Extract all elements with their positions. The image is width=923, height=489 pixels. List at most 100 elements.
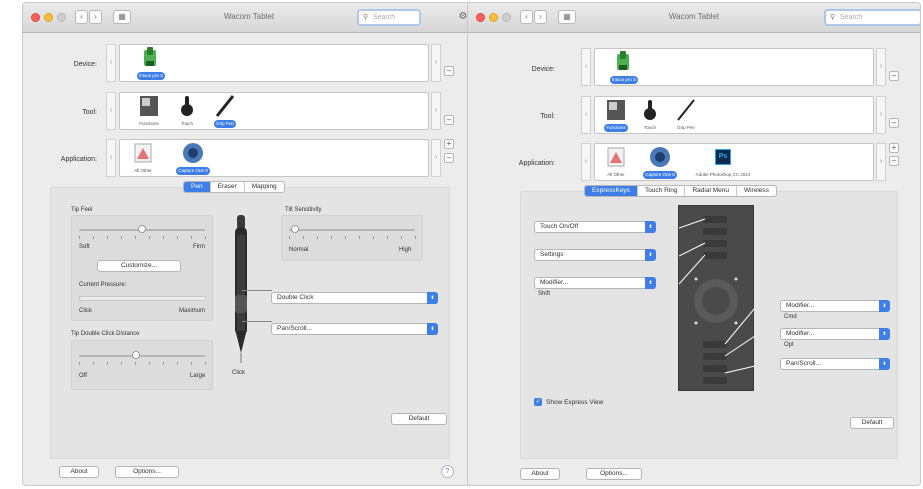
- app-tile-all-other[interactable]: All Other: [599, 146, 633, 179]
- wacom-window-expresskeys: ‹ › ▦ Wacom Tablet ⚲ Search Device: ‹ In…: [467, 2, 921, 486]
- add-application-button[interactable]: +: [444, 139, 454, 149]
- device-tile[interactable]: Intuos pro S: [126, 47, 176, 80]
- tablet-icon: [126, 47, 176, 69]
- all-applications-icon: [126, 142, 160, 164]
- functions-icon: [599, 99, 633, 121]
- default-button[interactable]: Default: [850, 417, 894, 429]
- lower-button-value: Pan/Scroll...: [277, 325, 313, 332]
- search-placeholder: Search: [373, 14, 396, 21]
- expresskey-right-2-popup[interactable]: Modifier... ⬍: [780, 328, 890, 340]
- tip-feel-slider-knob[interactable]: [138, 225, 146, 233]
- application-name: Capture One 8: [643, 171, 677, 179]
- remove-device-button[interactable]: –: [889, 71, 899, 81]
- application-scroll-left[interactable]: ‹: [106, 139, 116, 177]
- double-click-slider-knob[interactable]: [131, 351, 140, 359]
- add-application-button[interactable]: +: [889, 143, 899, 153]
- tilt-slider[interactable]: [289, 229, 415, 231]
- tab-radial-menu[interactable]: Radial Menu: [685, 186, 737, 196]
- remove-tool-button[interactable]: –: [889, 118, 899, 128]
- tip-feel-title: Tip Feel: [71, 207, 93, 213]
- application-scroll-left[interactable]: ‹: [581, 143, 591, 181]
- tab-expresskeys[interactable]: ExpressKeys: [585, 186, 638, 196]
- remove-device-button[interactable]: –: [444, 66, 454, 76]
- tool-tile-functions[interactable]: Functions: [599, 99, 633, 132]
- lower-button-popup[interactable]: Pan/Scroll... ⬍: [271, 323, 438, 335]
- customize-button[interactable]: Customize...: [97, 260, 181, 272]
- tool-scroll-left[interactable]: ‹: [581, 96, 591, 134]
- tool-tile-functions[interactable]: Functions: [132, 95, 166, 128]
- application-list: All Other Capture One 8 Ps Adobe Photosh…: [594, 143, 874, 181]
- device-scroll-left[interactable]: ‹: [581, 48, 591, 86]
- expresskey-left-3-modifier: Shift: [538, 291, 551, 297]
- ps-glyph: Ps: [715, 149, 731, 165]
- tab-touch-ring[interactable]: Touch Ring: [638, 186, 686, 196]
- tab-mapping[interactable]: Mapping: [245, 182, 284, 192]
- app-tile-capture-one[interactable]: Capture One 8: [635, 146, 685, 179]
- title-bar: ‹ › ▦ Wacom Tablet ⚲ Search: [468, 3, 920, 33]
- tool-scroll-left[interactable]: ‹: [106, 92, 116, 130]
- application-name: Adobe Photoshop CC 2014: [695, 172, 751, 177]
- device-scroll-right[interactable]: ›: [431, 44, 441, 82]
- capture-one-icon: [635, 146, 685, 168]
- app-tile-all-other[interactable]: All Other: [126, 142, 160, 175]
- chevron-updown-icon: ⬍: [645, 249, 656, 261]
- expresskey-left-1-value: Touch On/Off: [540, 223, 579, 230]
- checkmark-icon: ✓: [535, 399, 541, 405]
- tool-scroll-right[interactable]: ›: [876, 96, 886, 134]
- remove-application-button[interactable]: –: [444, 153, 454, 163]
- upper-button-popup[interactable]: Double Click ⬍: [271, 292, 438, 304]
- options-button[interactable]: Options...: [115, 466, 179, 478]
- tip-feel-min: Soft: [79, 244, 90, 250]
- all-applications-icon: [599, 146, 633, 168]
- default-button[interactable]: Default: [391, 413, 447, 425]
- tip-feel-max: Firm: [193, 244, 205, 250]
- remove-tool-button[interactable]: –: [444, 115, 454, 125]
- tab-eraser[interactable]: Eraser: [211, 182, 245, 192]
- tool-tile-touch[interactable]: Touch: [633, 99, 667, 132]
- double-click-max: Large: [190, 373, 206, 379]
- show-express-view-checkbox[interactable]: ✓: [534, 398, 542, 406]
- about-button[interactable]: About: [59, 466, 99, 478]
- application-scroll-right[interactable]: ›: [876, 143, 886, 181]
- tool-name: Functions: [139, 121, 159, 126]
- tool-list: Functions Touch Grip Pen: [594, 96, 874, 134]
- touch-hand-icon: [170, 95, 204, 117]
- tool-tile-touch[interactable]: Touch: [170, 95, 204, 128]
- expresskey-left-2-value: Settings: [540, 251, 564, 258]
- functions-icon: [132, 95, 166, 117]
- expresskey-left-1-popup[interactable]: Touch On/Off ⬍: [534, 221, 656, 233]
- app-tile-capture-one[interactable]: Capture One 8: [168, 142, 218, 175]
- device-tile[interactable]: Intuos pro S: [599, 51, 649, 84]
- tab-wireless[interactable]: Wireless: [737, 186, 776, 196]
- expresskey-right-1-popup[interactable]: Modifier... ⬍: [780, 300, 890, 312]
- expresskey-right-1-value: Modifier...: [786, 302, 815, 309]
- expresskey-left-2-popup[interactable]: Settings ⬍: [534, 249, 656, 261]
- capture-one-icon: [168, 142, 218, 164]
- device-list: Intuos pro S: [119, 44, 429, 82]
- application-scroll-right[interactable]: ›: [431, 139, 441, 177]
- tilt-title: Tilt Sensitivity: [285, 207, 322, 213]
- expresskey-right-3-popup[interactable]: Pan/Scroll... ⬍: [780, 358, 890, 370]
- tilt-min: Normal: [289, 247, 309, 253]
- app-tile-photoshop[interactable]: Ps Adobe Photoshop CC 2014: [691, 146, 755, 179]
- device-name: Intuos pro S: [136, 72, 166, 80]
- help-icon[interactable]: ?: [441, 465, 454, 478]
- remove-application-button[interactable]: –: [889, 156, 899, 166]
- tool-name: Grip Pen: [677, 125, 695, 130]
- expresskey-right-1-modifier: Cmd: [784, 314, 797, 320]
- options-button[interactable]: Options...: [586, 468, 642, 480]
- search-input[interactable]: ⚲ Search: [358, 10, 420, 25]
- tab-pen[interactable]: Pen: [184, 182, 211, 192]
- expresskey-left-3-popup[interactable]: Modifier... ⬍: [534, 277, 656, 289]
- device-scroll-right[interactable]: ›: [876, 48, 886, 86]
- chevron-updown-icon: ⬍: [645, 277, 656, 289]
- pressure-min: Click: [79, 308, 92, 314]
- about-button[interactable]: About: [520, 468, 560, 480]
- tool-tile-grip-pen[interactable]: Grip Pen: [669, 99, 703, 132]
- tool-scroll-right[interactable]: ›: [431, 92, 441, 130]
- double-click-slider[interactable]: [79, 355, 205, 357]
- tool-tile-grip-pen[interactable]: Grip Pen: [208, 95, 242, 128]
- upper-button-leader: [242, 290, 272, 291]
- search-input[interactable]: ⚲ Search: [825, 10, 920, 25]
- device-scroll-left[interactable]: ‹: [106, 44, 116, 82]
